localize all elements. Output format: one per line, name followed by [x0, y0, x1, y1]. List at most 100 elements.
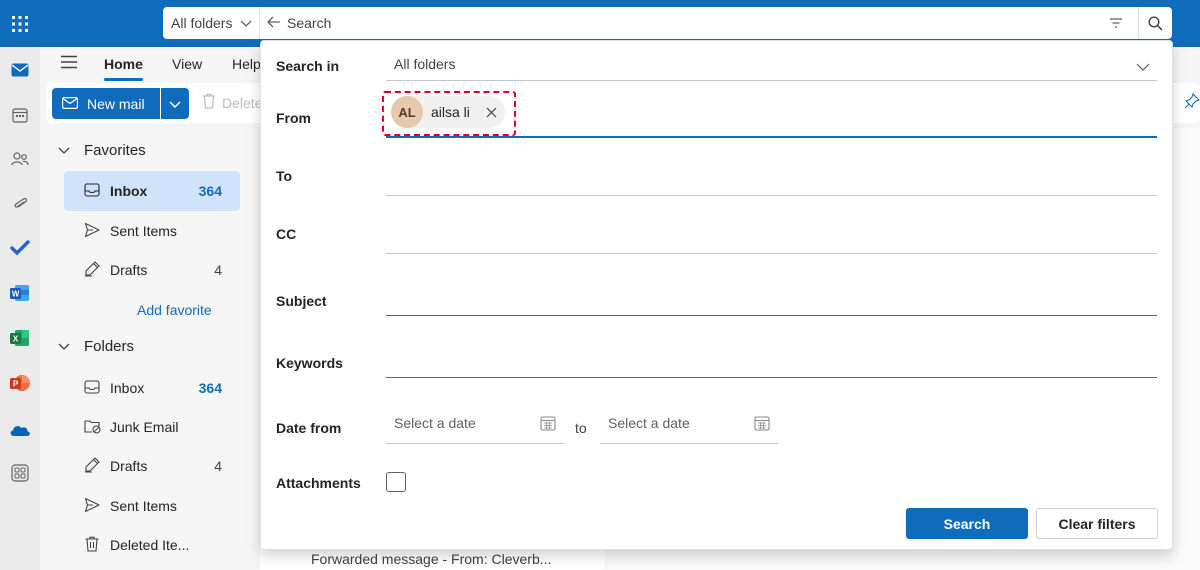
tab-view[interactable]: View [172, 56, 202, 72]
trash-icon [202, 93, 216, 112]
cc-label: CC [276, 226, 297, 242]
attachments-label: Attachments [276, 475, 361, 491]
people-icon[interactable] [0, 139, 40, 179]
svg-text:X: X [13, 335, 19, 344]
calendar-icon[interactable] [0, 95, 40, 135]
favorite-item-label: Drafts [110, 262, 148, 278]
drafts-icon [84, 261, 100, 280]
new-mail-label: New mail [87, 95, 145, 112]
add-favorite-link[interactable]: Add favorite [137, 302, 212, 318]
search-in-label: Search in [276, 58, 340, 74]
menu-icon[interactable] [60, 55, 78, 72]
onedrive-icon[interactable] [0, 410, 40, 450]
favorite-item-label: Inbox [110, 183, 148, 199]
search-scope-label: All folders [171, 15, 233, 31]
active-tab-indicator [104, 78, 143, 81]
clear-filters-button[interactable]: Clear filters [1036, 508, 1158, 539]
chevron-down-icon[interactable] [1136, 58, 1150, 74]
folders-header[interactable]: Folders [58, 338, 135, 355]
advanced-search-panel: Search in All folders From AL ailsa li T… [260, 40, 1173, 550]
favorite-item-inbox[interactable]: Inbox 364 [64, 171, 240, 211]
favorite-item-label: Sent Items [110, 223, 177, 239]
from-recipient-chip[interactable]: AL ailsa li [391, 96, 505, 128]
avatar: AL [391, 96, 423, 128]
folder-item-label: Inbox [110, 380, 145, 396]
folder-item-label: Drafts [110, 458, 148, 474]
to-label: To [276, 168, 293, 184]
favorites-header[interactable]: Favorites [58, 142, 146, 159]
drafts-icon [84, 457, 100, 476]
folder-item-label: Deleted Ite... [110, 537, 190, 553]
folder-item-deleted[interactable]: Deleted Ite... [64, 525, 240, 565]
date-range-separator: to [575, 420, 587, 436]
filter-icon[interactable] [1100, 7, 1132, 39]
draft-count: 4 [214, 262, 222, 278]
junk-icon [84, 418, 102, 437]
search-in-dropdown[interactable]: All folders [394, 56, 455, 72]
favorite-item-drafts[interactable]: Drafts 4 [64, 250, 240, 290]
excel-icon[interactable]: X [0, 318, 40, 358]
todo-icon[interactable] [0, 228, 40, 268]
folder-item-junk[interactable]: Junk Email [64, 407, 240, 447]
mail-icon[interactable] [0, 50, 40, 90]
svg-text:P: P [13, 380, 19, 389]
search-placeholder: Search [287, 15, 332, 31]
tab-help[interactable]: Help [232, 56, 261, 72]
attachments-icon[interactable] [0, 184, 40, 224]
date-to-picker[interactable]: Select a date [600, 406, 778, 444]
powerpoint-icon[interactable]: P [0, 363, 40, 403]
to-field[interactable] [386, 195, 1157, 196]
search-input[interactable]: Search [267, 7, 331, 39]
unread-count: 364 [198, 183, 222, 199]
draft-count: 4 [214, 458, 222, 474]
date-from-picker[interactable]: Select a date [386, 406, 564, 444]
pin-icon[interactable] [1184, 92, 1200, 112]
word-icon[interactable]: W [0, 273, 40, 313]
keywords-field[interactable] [386, 377, 1157, 378]
app-rail: W X P [0, 47, 40, 570]
inbox-icon [84, 182, 100, 201]
delete-label: Delete [222, 94, 263, 111]
new-mail-button[interactable]: New mail [52, 88, 160, 119]
date-from-placeholder: Select a date [394, 415, 476, 431]
trash-icon [84, 536, 100, 555]
unread-count: 364 [198, 380, 222, 396]
folder-item-drafts[interactable]: Drafts 4 [64, 446, 240, 486]
folders-label: Folders [84, 338, 135, 355]
search-button[interactable]: Search [906, 508, 1028, 539]
search-in-underline [386, 80, 1157, 81]
more-apps-icon[interactable] [0, 453, 40, 493]
cc-field[interactable] [386, 253, 1157, 254]
recipient-name: ailsa li [431, 104, 470, 120]
folder-pane: Favorites Inbox 364 Sent Items Drafts 4 … [40, 128, 260, 570]
favorite-item-sent[interactable]: Sent Items [64, 211, 240, 251]
send-icon [84, 497, 100, 516]
search-scope-dropdown[interactable]: All folders [163, 7, 260, 39]
search-icon[interactable] [1138, 7, 1172, 39]
folder-item-label: Junk Email [110, 419, 179, 435]
from-field[interactable] [386, 136, 1157, 138]
send-icon [84, 222, 100, 241]
message-preview[interactable]: Forwarded message - From: Cleverb... [311, 551, 551, 567]
chevron-down-icon [58, 142, 70, 159]
new-mail-dropdown[interactable] [161, 88, 189, 119]
calendar-icon[interactable] [754, 415, 770, 434]
envelope-icon [62, 96, 79, 112]
subject-label: Subject [276, 293, 327, 309]
folder-item-sent[interactable]: Sent Items [64, 486, 240, 526]
calendar-icon[interactable] [540, 415, 556, 434]
folder-item-inbox[interactable]: Inbox 364 [64, 368, 240, 408]
tab-home[interactable]: Home [104, 56, 143, 72]
app-launcher-icon[interactable] [0, 0, 40, 47]
svg-text:W: W [12, 290, 20, 299]
date-from-label: Date from [276, 420, 342, 436]
from-label: From [276, 110, 311, 126]
attachments-checkbox[interactable] [386, 472, 406, 492]
delete-button[interactable]: Delete [202, 93, 262, 112]
subject-field[interactable] [386, 315, 1157, 316]
chevron-down-icon [240, 15, 252, 31]
close-icon[interactable] [486, 107, 497, 118]
keywords-label: Keywords [276, 355, 343, 371]
back-arrow-icon[interactable] [267, 15, 281, 31]
date-to-placeholder: Select a date [608, 415, 690, 431]
